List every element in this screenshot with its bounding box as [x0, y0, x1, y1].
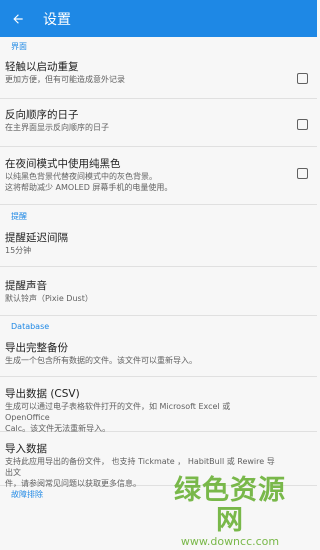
setting-title: 反向顺序的日子 — [5, 109, 79, 121]
setting-subtitle: 生成一个包含所有数据的文件。该文件可以重新导入。 — [5, 356, 197, 365]
setting-subtitle: 生成可以通过电子表格软件打开的文件，如 Microsoft Excel 或 Op… — [5, 402, 231, 422]
setting-export-backup[interactable]: 导出完整备份 生成一个包含所有数据的文件。该文件可以重新导入。 — [0, 331, 317, 377]
setting-subtitle: 15分钟 — [5, 246, 32, 255]
setting-subtitle: 以纯黑色背景代替夜间模式中的灰色背景。 — [5, 172, 157, 181]
back-button[interactable] — [4, 0, 32, 37]
checkbox[interactable] — [297, 119, 308, 130]
checkbox[interactable] — [297, 168, 308, 179]
watermark-url: www.downcc.com — [180, 535, 280, 548]
checkbox[interactable] — [297, 73, 308, 84]
settings-list: 界面 轻触以启动重复 更加方便，但有可能造成意外记录 反向顺序的日子 在主界面显… — [0, 37, 317, 550]
setting-reverse-order[interactable]: 反向顺序的日子 在主界面显示反向顺序的日子 — [0, 99, 317, 147]
setting-export-csv[interactable]: 导出数据 (CSV) 生成可以通过电子表格软件打开的文件，如 Microsoft… — [0, 377, 317, 433]
app-bar: 设置 — [0, 0, 317, 37]
setting-subtitle: 默认铃声（Pixie Dust） — [5, 294, 93, 303]
watermark-logo: 绿色资源网 www.downcc.com — [165, 476, 295, 548]
setting-subtitle: 在主界面显示反向顺序的日子 — [5, 123, 109, 132]
section-header-database: Database — [11, 322, 50, 331]
setting-title: 导入数据 — [5, 443, 47, 455]
section-header-reminder: 提醒 — [11, 212, 27, 221]
setting-title: 导出数据 (CSV) — [5, 388, 80, 400]
setting-subtitle: 更加方便，但有可能造成意外记录 — [5, 75, 125, 84]
setting-subtitle-line2: 这将帮助减少 AMOLED 屏幕手机的电量使用。 — [5, 183, 173, 192]
setting-tap-to-repeat[interactable]: 轻触以启动重复 更加方便，但有可能造成意外记录 — [0, 55, 317, 99]
setting-reminder-snooze[interactable]: 提醒延迟间隔 15分钟 — [0, 221, 317, 267]
page-title: 设置 — [43, 11, 71, 28]
arrow-left-icon — [13, 13, 23, 24]
watermark-text: 绿色资源网 — [174, 475, 286, 536]
setting-title: 在夜间模式中使用纯黑色 — [5, 158, 121, 170]
setting-title: 导出完整备份 — [5, 342, 68, 354]
setting-reminder-sound[interactable]: 提醒声音 默认铃声（Pixie Dust） — [0, 267, 317, 316]
setting-title: 提醒延迟间隔 — [5, 232, 68, 244]
section-header-interface: 界面 — [11, 42, 27, 51]
setting-pure-black[interactable]: 在夜间模式中使用纯黑色 以纯黑色背景代替夜间模式中的灰色背景。 这将帮助减少 A… — [0, 147, 317, 205]
setting-title: 轻触以启动重复 — [5, 61, 79, 73]
setting-title: 提醒声音 — [5, 280, 47, 292]
